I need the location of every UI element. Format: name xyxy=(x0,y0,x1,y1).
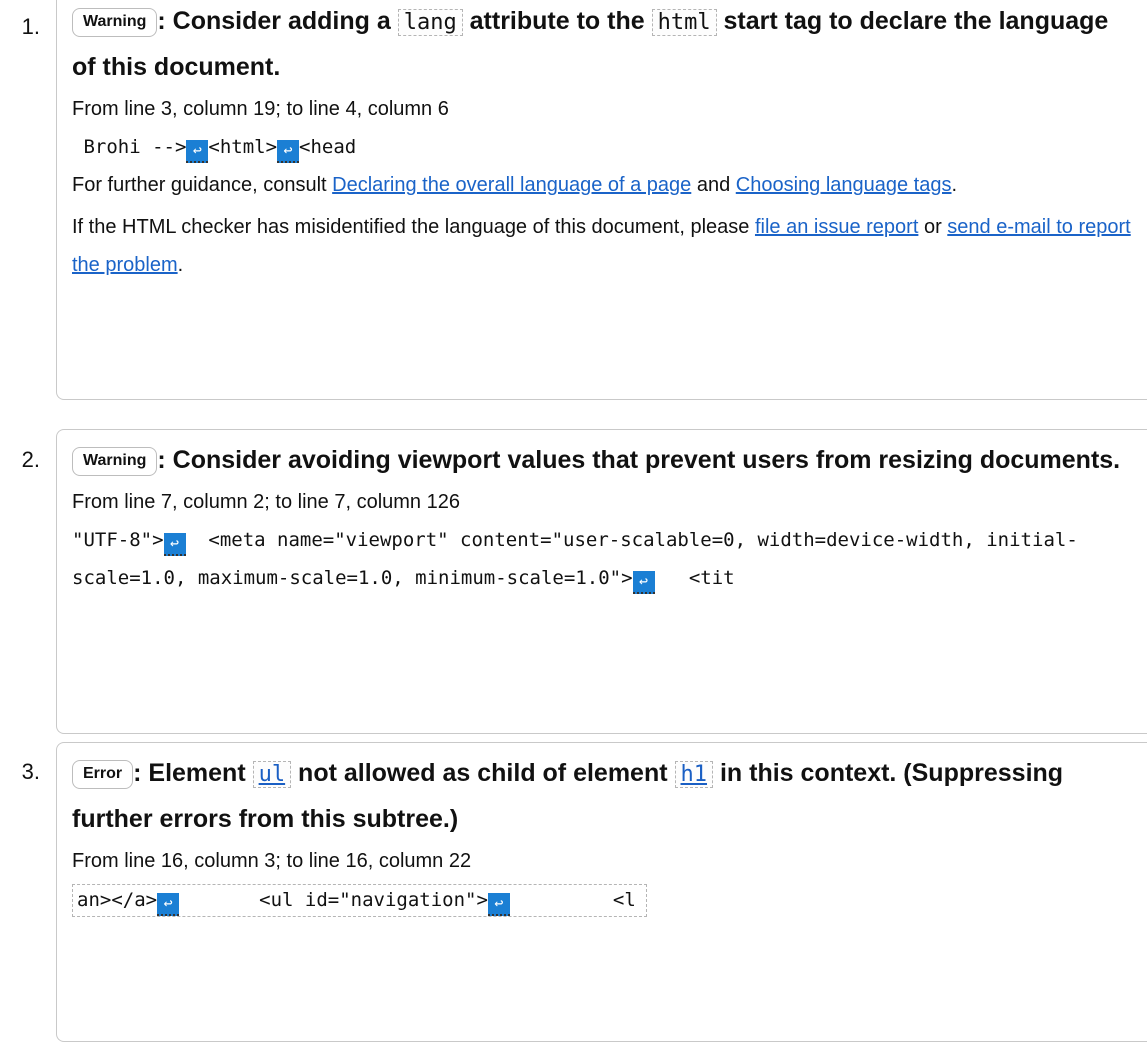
link-declaring-language[interactable]: Declaring the overall language of a page xyxy=(332,174,691,196)
warning-badge: Warning xyxy=(72,447,158,476)
line-break-icon: ↩ xyxy=(186,140,209,163)
warning-badge: Warning xyxy=(72,8,158,37)
message-card: Warning: Consider adding a lang attribut… xyxy=(56,0,1147,400)
code-extract: Brohi --> ↩ <html> ↩ <head xyxy=(72,128,1147,166)
link-h1-element[interactable]: h1 xyxy=(681,762,708,787)
code-lang: lang xyxy=(397,9,463,36)
message-title: Error: Element ul not allowed as child o… xyxy=(72,759,1064,833)
guidance: For further guidance, consult Declaring … xyxy=(72,174,958,196)
line-break-icon: ↩ xyxy=(157,893,180,916)
location: From line 16, column 3; to line 16, colu… xyxy=(72,850,472,872)
line-break-icon: ↩ xyxy=(277,140,300,163)
code-h1: h1 xyxy=(674,761,714,788)
message-card: Error: Element ul not allowed as child o… xyxy=(56,742,1147,1042)
line-break-icon: ↩ xyxy=(163,533,186,556)
message-number: 1. xyxy=(21,14,40,39)
line-break-icon: ↩ xyxy=(487,893,510,916)
link-choosing-language-tags[interactable]: Choosing language tags xyxy=(736,174,952,196)
location: From line 7, column 2; to line 7, column… xyxy=(72,491,460,513)
code-html: html xyxy=(651,9,717,36)
link-file-issue-report[interactable]: file an issue report xyxy=(755,216,918,238)
error-badge: Error xyxy=(72,760,134,789)
message-card: Warning: Consider avoiding viewport valu… xyxy=(56,429,1147,734)
message-title: Warning: Consider avoiding viewport valu… xyxy=(72,438,1147,483)
code-ul: ul xyxy=(252,761,292,788)
message-number: 2. xyxy=(21,447,40,472)
message-number: 3. xyxy=(21,759,40,784)
code-extract: "UTF-8"> ↩ <meta name="viewport" content=… xyxy=(72,521,1147,597)
code-extract: an></a> ↩ <ul id="navigation"> ↩ <l xyxy=(72,884,647,917)
message-title: Warning: Consider adding a lang attribut… xyxy=(72,7,1109,81)
line-break-icon: ↩ xyxy=(632,571,655,594)
location: From line 3, column 19; to line 4, colum… xyxy=(72,98,449,120)
link-ul-element[interactable]: ul xyxy=(259,762,286,787)
misidentified-note: If the HTML checker has misidentified th… xyxy=(72,216,1131,276)
